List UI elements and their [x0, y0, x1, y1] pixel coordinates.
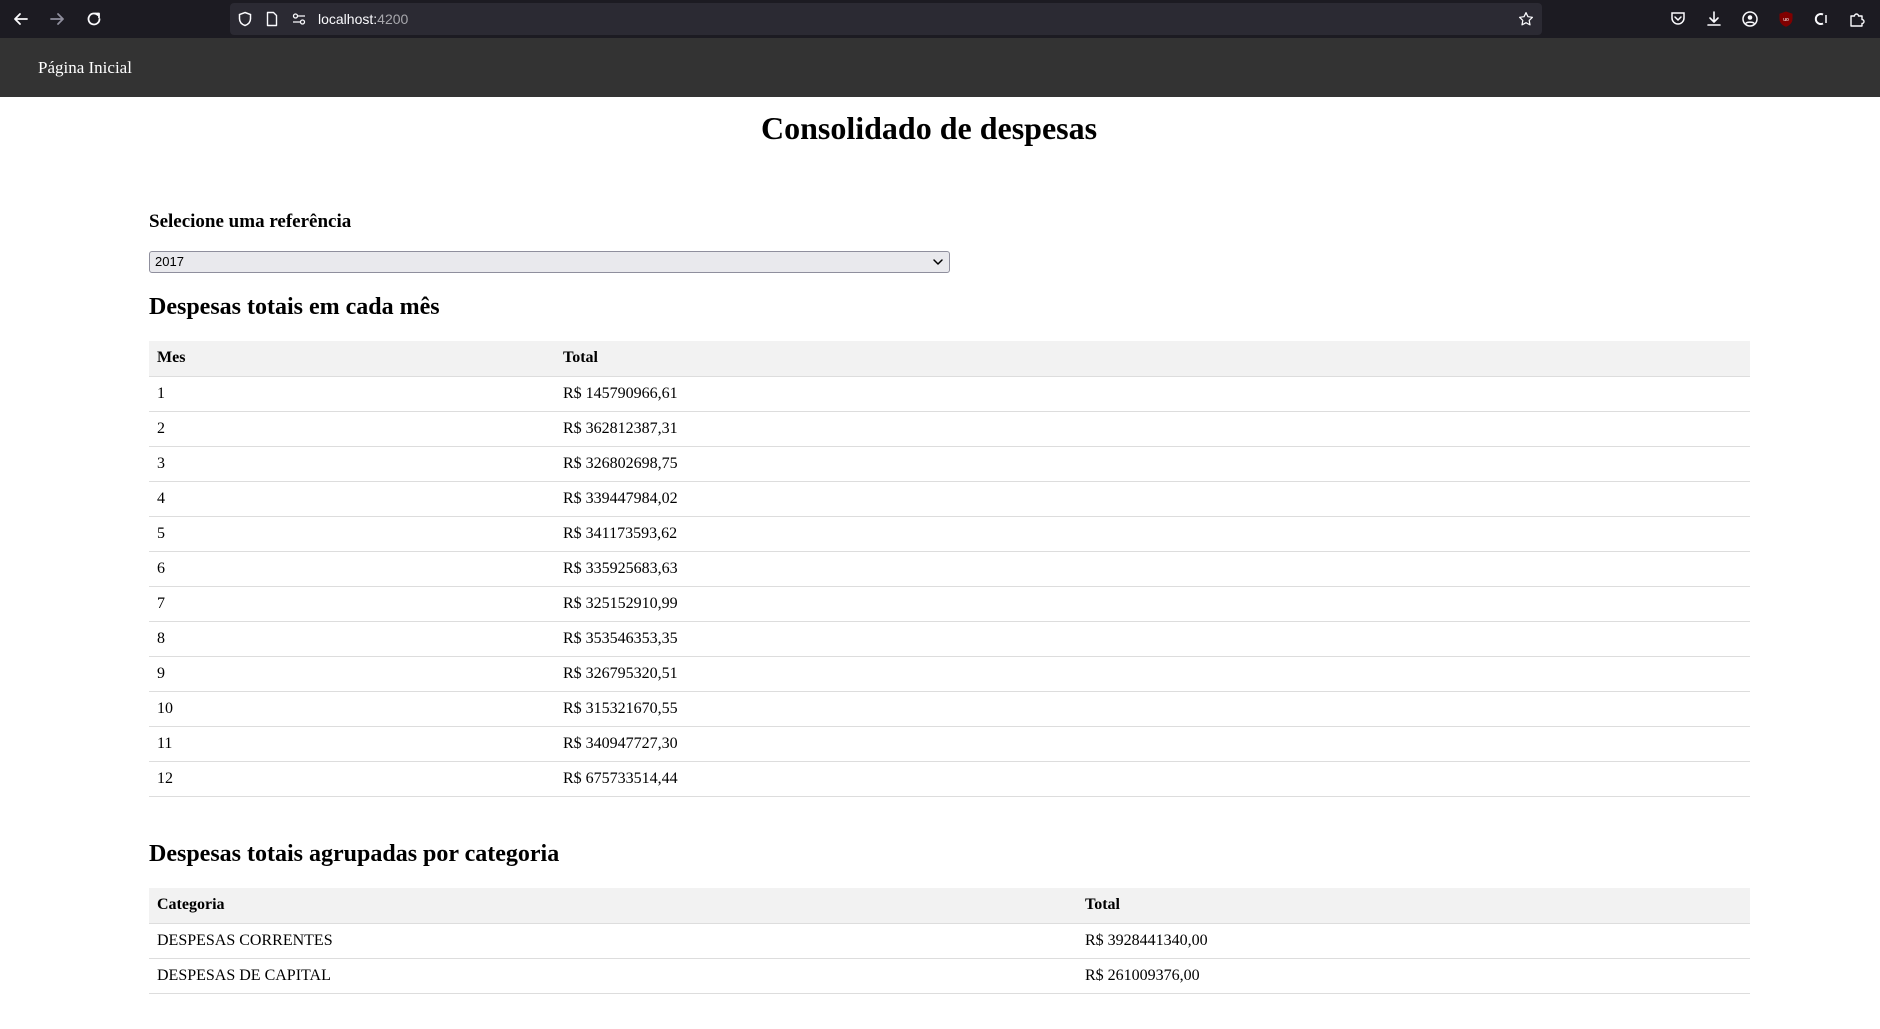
table-cell-total: R$ 325152910,99: [555, 586, 1750, 622]
ublock-icon[interactable]: uo: [1774, 7, 1798, 31]
table-cell-total: R$ 315321670,55: [555, 691, 1750, 727]
table-cell-total: R$ 326802698,75: [555, 446, 1750, 482]
table-row: 6 R$ 335925683,63: [149, 551, 1750, 587]
table-cell-label: 1: [149, 376, 555, 412]
svg-text:uo: uo: [1783, 17, 1789, 23]
category-section-title: Despesas totais agrupadas por categoria: [149, 841, 560, 867]
shield-icon[interactable]: [237, 11, 253, 27]
chevron-down-icon: [933, 259, 943, 265]
table-cell-label: DESPESAS DE CAPITAL: [149, 958, 1077, 994]
home-link[interactable]: Página Inicial: [38, 58, 132, 78]
table-row: 4 R$ 339447984,02: [149, 481, 1750, 517]
table-cell-total: R$ 326795320,51: [555, 656, 1750, 692]
table-row: 1 R$ 145790966,61: [149, 376, 1750, 412]
download-icon[interactable]: [1702, 7, 1726, 31]
page-title: Consolidado de despesas: [760, 110, 1098, 146]
url-bar[interactable]: localhost:4200: [230, 3, 1542, 35]
account-icon[interactable]: [1738, 7, 1762, 31]
page-icon: [264, 11, 280, 27]
table-cell-total: R$ 3928441340,00: [1077, 923, 1750, 959]
table-cell-total: R$ 145790966,61: [555, 376, 1750, 412]
extension-c-icon[interactable]: [1809, 7, 1833, 31]
table-cell-total: R$ 339447984,02: [555, 481, 1750, 517]
browser-toolbar: localhost:4200 uo: [0, 0, 1880, 38]
permissions-icon[interactable]: [291, 11, 307, 27]
url-host: localhost:: [318, 11, 378, 27]
monthly-section-title: Despesas totais em cada mês: [149, 294, 440, 320]
table-cell-total: R$ 675733514,44: [555, 761, 1750, 797]
url-port: 4200: [377, 11, 409, 27]
table-cell-label: 7: [149, 586, 555, 622]
forward-icon[interactable]: [42, 4, 72, 34]
reload-icon[interactable]: [79, 4, 109, 34]
table-row: 2 R$ 362812387,31: [149, 411, 1750, 447]
table-cell-total: R$ 335925683,63: [555, 551, 1750, 587]
table-cell-label: 3: [149, 446, 555, 482]
table-cell-label: 8: [149, 621, 555, 657]
table-cell-label: 10: [149, 691, 555, 727]
reference-select-label: Selecione uma referência: [149, 211, 352, 232]
table-row: DESPESAS DE CAPITAL R$ 261009376,00: [149, 958, 1750, 994]
table-cell-label: 6: [149, 551, 555, 587]
table-cell-label: 12: [149, 761, 555, 797]
bookmark-star-icon[interactable]: [1518, 11, 1534, 27]
table-cell-total: R$ 362812387,31: [555, 411, 1750, 447]
table-row: 10 R$ 315321670,55: [149, 691, 1750, 727]
table-cell-label: 2: [149, 411, 555, 447]
table-cell-total: R$ 353546353,35: [555, 621, 1750, 657]
column-header-month: Mes: [149, 341, 555, 377]
reference-select-value: 2017: [155, 254, 184, 269]
column-header-category: Categoria: [149, 888, 1077, 924]
url-text: localhost:4200: [318, 11, 408, 27]
table-row: 3 R$ 326802698,75: [149, 446, 1750, 482]
table-cell-label: 9: [149, 656, 555, 692]
table-header-row: Mes Total: [149, 341, 1750, 377]
table-cell-total: R$ 261009376,00: [1077, 958, 1750, 994]
table-row: DESPESAS CORRENTES R$ 3928441340,00: [149, 923, 1750, 959]
table-row: 8 R$ 353546353,35: [149, 621, 1750, 657]
pocket-icon[interactable]: [1666, 7, 1690, 31]
table-row: 7 R$ 325152910,99: [149, 586, 1750, 622]
extensions-puzzle-icon[interactable]: [1845, 7, 1869, 31]
monthly-table: Mes Total 1 R$ 145790966,61 2 R$ 362812387,…: [149, 341, 1750, 797]
back-icon[interactable]: [6, 4, 36, 34]
table-row: 11 R$ 340947727,30: [149, 726, 1750, 762]
table-cell-total: R$ 340947727,30: [555, 726, 1750, 762]
category-table: Categoria Total DESPESAS CORRENTES R$ 392…: [149, 888, 1750, 994]
table-cell-label: DESPESAS CORRENTES: [149, 923, 1077, 959]
column-header-total: Total: [1077, 888, 1750, 924]
table-cell-label: 5: [149, 516, 555, 552]
table-cell-total: R$ 341173593,62: [555, 516, 1750, 552]
table-cell-label: 11: [149, 726, 555, 762]
table-cell-label: 4: [149, 481, 555, 517]
table-header-row: Categoria Total: [149, 888, 1750, 924]
app-navbar: Página Inicial: [0, 38, 1880, 97]
reference-select[interactable]: 2017: [149, 251, 950, 273]
table-row: 9 R$ 326795320,51: [149, 656, 1750, 692]
column-header-total: Total: [555, 341, 1750, 377]
table-row: 5 R$ 341173593,62: [149, 516, 1750, 552]
table-row: 12 R$ 675733514,44: [149, 761, 1750, 797]
